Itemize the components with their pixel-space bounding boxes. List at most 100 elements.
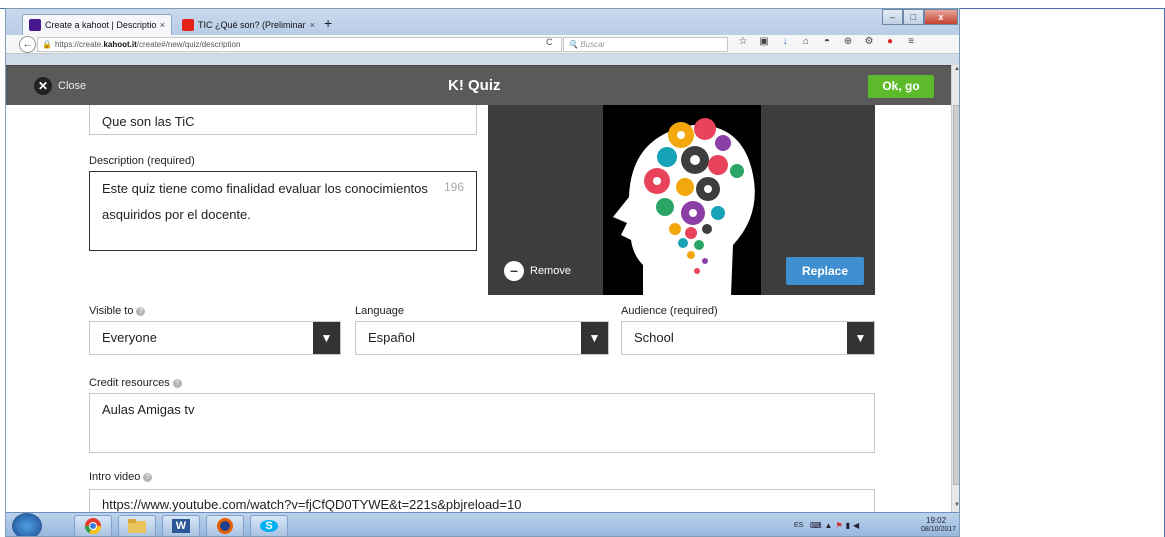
language-select[interactable]: Español ▼ xyxy=(355,321,609,355)
url-path: /create#/new/quiz/description xyxy=(136,40,241,49)
bookmark-star-icon[interactable]: ☆ xyxy=(736,36,750,47)
search-placeholder: Buscar xyxy=(580,40,606,49)
keyboard-icon[interactable]: ⌨ xyxy=(810,521,825,530)
scroll-up-icon[interactable]: ▲ xyxy=(953,66,959,75)
windows-taskbar: W S ES ⌨▲⚑▮◀ 19:02 08/10/2017 xyxy=(6,512,959,536)
volume-icon[interactable]: ◀ xyxy=(853,521,862,530)
youtube-favicon-icon xyxy=(182,18,194,31)
intro-video-input[interactable]: https://www.youtube.com/watch?v=fjCfQD0T… xyxy=(89,489,875,512)
tab-label: TIC ¿Qué son? (Preliminar) - xyxy=(198,19,306,30)
window-controls: – □ x xyxy=(882,9,958,25)
maximize-button[interactable]: □ xyxy=(902,9,924,25)
tab-label: Create a kahoot | Description xyxy=(45,20,156,30)
credit-resources-label: Credit resources? xyxy=(89,377,182,389)
description-label: Description (required) xyxy=(89,155,195,167)
browser-toolbar: ☆ ▣ ↓ ⌂ ◓ ⊕ ⚙ ● ≡ xyxy=(736,36,918,47)
visible-to-value: Everyone xyxy=(102,330,157,345)
dropdown-arrow-icon[interactable]: ▼ xyxy=(847,322,874,354)
system-tray: ES ⌨▲⚑▮◀ 19:02 08/10/2017 xyxy=(784,515,959,536)
language-label: Language xyxy=(355,305,404,317)
url-domain: kahoot.it xyxy=(103,40,137,49)
lock-icon: 🔒 xyxy=(42,40,52,49)
intro-video-label: Intro video? xyxy=(89,471,153,483)
audience-label: Audience (required) xyxy=(621,305,718,317)
cover-image xyxy=(603,105,761,295)
tab-create-kahoot[interactable]: Create a kahoot | Description × xyxy=(22,14,172,35)
close-label: Close xyxy=(58,80,87,92)
remove-image-button[interactable]: – Remove xyxy=(504,261,571,281)
clock-time[interactable]: 19:02 xyxy=(926,516,946,525)
extension-icon[interactable]: ⊕ xyxy=(841,36,855,47)
audience-select[interactable]: School ▼ xyxy=(621,321,875,355)
dropdown-arrow-icon[interactable]: ▼ xyxy=(581,322,608,354)
close-button[interactable]: ✕ Close xyxy=(34,77,86,95)
quiz-description-form: Que son las TiC Description (required) E… xyxy=(6,105,951,512)
close-icon: ✕ xyxy=(34,77,52,95)
settings-extension-icon[interactable]: ⚙ xyxy=(862,36,876,47)
help-icon[interactable]: ? xyxy=(136,306,146,316)
skype-icon[interactable]: S xyxy=(250,515,288,536)
tab-close-icon[interactable]: × xyxy=(310,20,315,30)
scroll-down-icon[interactable]: ▼ xyxy=(953,502,959,511)
chrome-logo xyxy=(84,518,102,535)
remove-label: Remove xyxy=(530,265,571,277)
download-icon[interactable]: ↓ xyxy=(778,36,792,47)
credit-resources-text: Credit resources xyxy=(89,377,170,389)
visible-to-text: Visible to xyxy=(89,305,134,317)
firefox-logo xyxy=(217,518,233,534)
window-close-button[interactable]: x xyxy=(923,9,958,25)
adblock-icon[interactable]: ● xyxy=(883,36,897,47)
tab-strip: Create a kahoot | Description × TIC ¿Qué… xyxy=(6,9,959,35)
search-input[interactable]: 🔍 Buscar xyxy=(563,37,728,52)
folder-icon[interactable] xyxy=(118,515,156,536)
pocket-icon[interactable]: ◓ xyxy=(820,36,834,47)
back-button[interactable]: ← xyxy=(19,36,36,53)
reading-list-icon[interactable]: ▣ xyxy=(757,36,771,47)
start-button[interactable] xyxy=(12,513,42,536)
reload-icon[interactable]: C xyxy=(546,37,553,47)
flag-icon[interactable]: ⚑ xyxy=(835,521,845,530)
word-icon[interactable]: W xyxy=(162,515,200,536)
kahoot-favicon-icon xyxy=(29,19,41,31)
page-title: K! Quiz xyxy=(448,77,501,94)
battery-icon[interactable]: ▮ xyxy=(846,521,853,530)
app-header: ✕ Close K! Quiz Ok, go xyxy=(6,65,951,105)
head-gears-icon xyxy=(603,105,761,295)
navigation-bar: ← 🔒 https://create.kahoot.it/create#/new/… xyxy=(6,35,959,54)
address-bar[interactable]: 🔒 https://create.kahoot.it/create#/new/qu… xyxy=(37,37,562,52)
scroll-thumb[interactable] xyxy=(953,105,959,485)
firefox-icon[interactable] xyxy=(206,515,244,536)
browser-window: Create a kahoot | Description × TIC ¿Qué… xyxy=(5,8,960,537)
intro-video-text: Intro video xyxy=(89,471,141,483)
new-tab-button[interactable]: + xyxy=(324,15,332,31)
help-icon[interactable]: ? xyxy=(172,378,182,388)
home-icon[interactable]: ⌂ xyxy=(799,36,813,47)
ok-go-button[interactable]: Ok, go xyxy=(868,75,934,98)
credit-resources-textarea[interactable]: Aulas Amigas tv xyxy=(89,393,875,453)
language-value: Español xyxy=(368,330,415,345)
title-input[interactable]: Que son las TiC xyxy=(89,105,477,135)
replace-image-button[interactable]: Replace xyxy=(786,257,864,285)
visible-to-label: Visible to? xyxy=(89,305,146,317)
language-indicator[interactable]: ES xyxy=(794,522,803,529)
page-scrollbar[interactable]: ▲ ▼ xyxy=(951,65,959,512)
tab-tic-que-son[interactable]: TIC ¿Qué son? (Preliminar) - × xyxy=(176,14,321,35)
folder-logo xyxy=(128,519,146,533)
screenshot-frame: Create a kahoot | Description × TIC ¿Qué… xyxy=(0,0,1165,537)
visible-to-select[interactable]: Everyone ▼ xyxy=(89,321,341,355)
menu-icon[interactable]: ≡ xyxy=(904,36,918,47)
word-glyph: W xyxy=(171,519,191,533)
chrome-icon[interactable] xyxy=(74,515,112,536)
description-textarea[interactable]: Este quiz tiene como finalidad evaluar l… xyxy=(89,171,477,251)
tab-close-icon[interactable]: × xyxy=(160,20,165,30)
tray-icons: ⌨▲⚑▮◀ xyxy=(810,521,862,530)
url-prefix: https://create. xyxy=(54,40,104,49)
audience-value: School xyxy=(634,330,674,345)
clock-date[interactable]: 08/10/2017 xyxy=(921,526,956,533)
description-char-count: 196 xyxy=(444,180,465,194)
help-icon[interactable]: ? xyxy=(143,472,153,482)
skype-glyph: S xyxy=(260,520,278,532)
dropdown-arrow-icon[interactable]: ▼ xyxy=(313,322,340,354)
minimize-button[interactable]: – xyxy=(882,9,903,25)
network-icon[interactable]: ▲ xyxy=(825,521,836,530)
